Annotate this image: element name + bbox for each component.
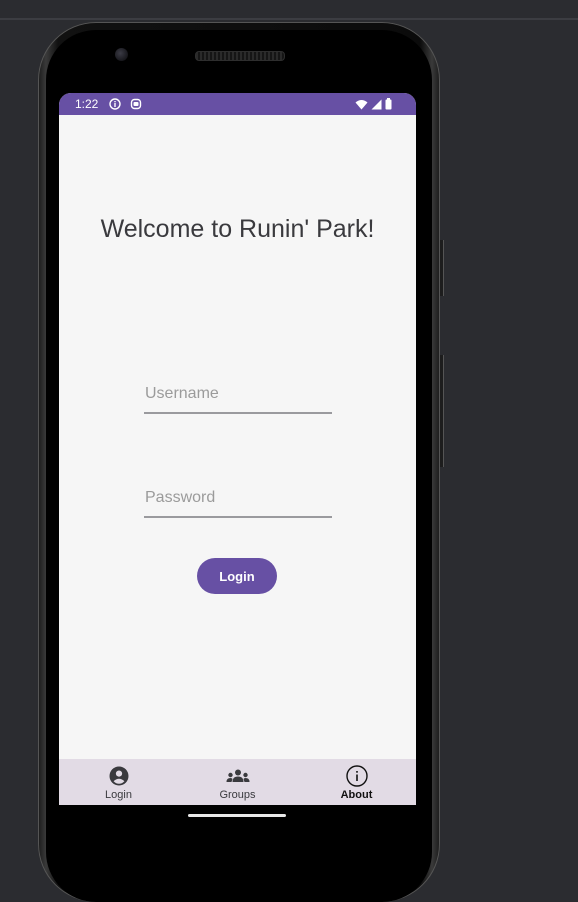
- status-icons: [355, 98, 392, 113]
- status-bar: 1:22: [59, 93, 416, 115]
- front-camera: [115, 48, 128, 61]
- groups-icon: [226, 765, 250, 787]
- password-input[interactable]: [144, 480, 332, 518]
- nav-label-login: Login: [105, 789, 132, 801]
- nav-item-login[interactable]: Login: [59, 759, 178, 805]
- status-time: 1:22: [75, 97, 99, 111]
- info-outline-icon: [345, 765, 368, 787]
- volume-button: [440, 240, 444, 296]
- nav-item-about[interactable]: About: [297, 759, 416, 805]
- account-circle-icon: [109, 765, 129, 787]
- android-icon: [130, 98, 142, 113]
- nav-label-groups: Groups: [219, 789, 256, 801]
- app-screen: 1:22 Welcome to Runin' Park! Login: [59, 93, 416, 805]
- home-gesture-bar[interactable]: [188, 814, 286, 817]
- info-icon: [109, 98, 121, 113]
- nav-item-groups[interactable]: Groups: [178, 759, 297, 805]
- login-button[interactable]: Login: [197, 558, 277, 594]
- signal-icon: [371, 99, 382, 113]
- battery-icon: [385, 98, 392, 113]
- power-button: [440, 355, 444, 467]
- bottom-navigation: Login Groups About: [59, 759, 416, 805]
- username-input[interactable]: [144, 376, 332, 414]
- welcome-title: Welcome to Runin' Park!: [100, 215, 375, 243]
- wifi-icon: [355, 99, 368, 113]
- nav-label-about: About: [340, 789, 373, 801]
- earpiece-speaker: [195, 51, 285, 61]
- window-divider: [0, 18, 578, 20]
